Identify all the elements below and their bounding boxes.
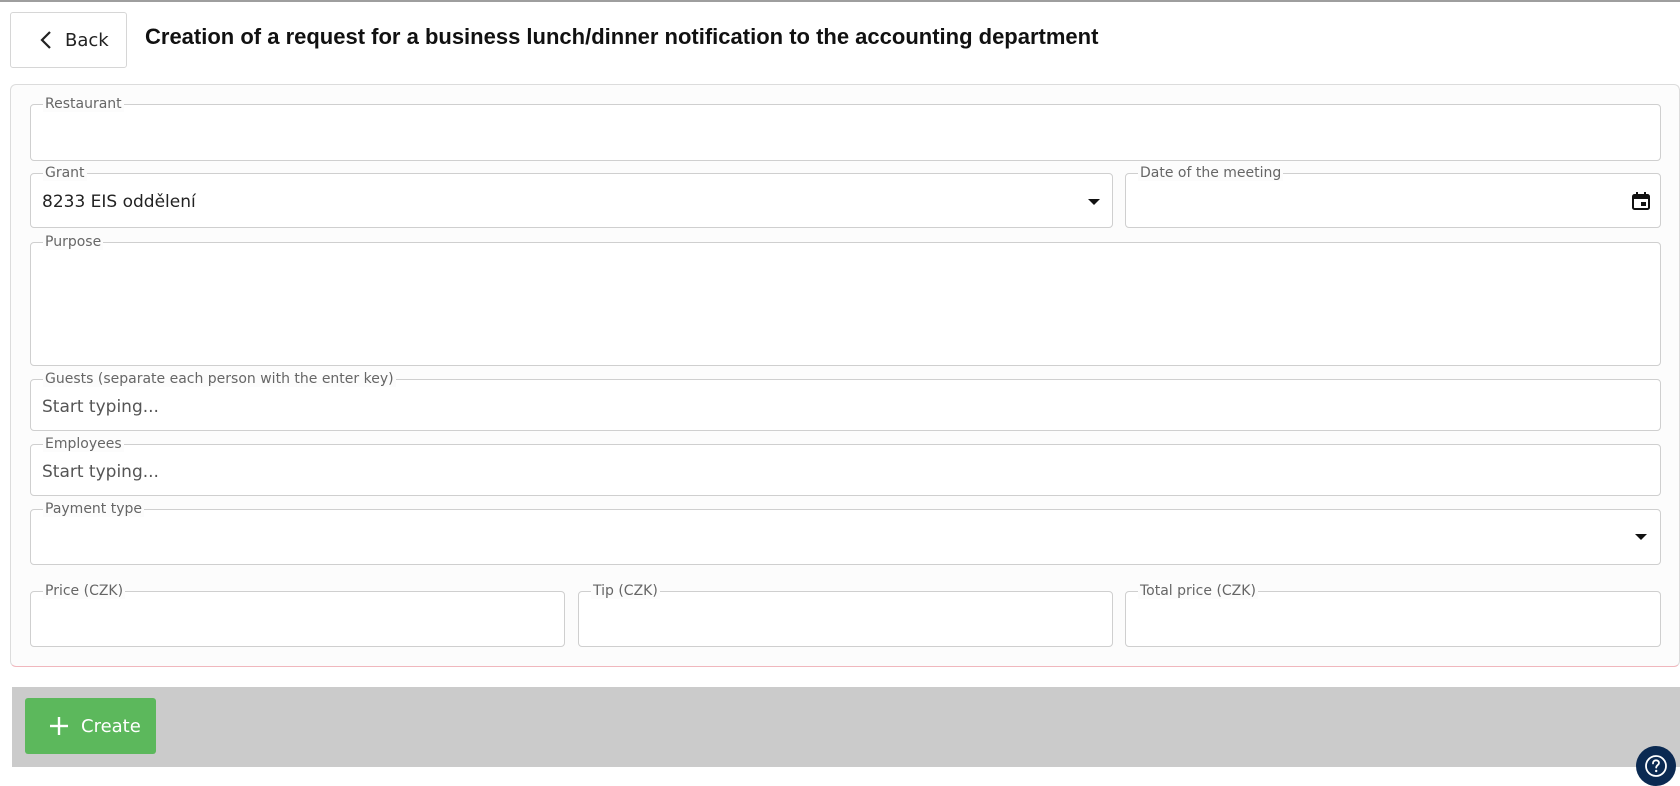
total-price-field[interactable]: Total price (CZK)	[1125, 583, 1661, 647]
back-button-label: Back	[65, 29, 109, 51]
grant-label: Grant	[43, 165, 87, 181]
caret-down-icon	[1635, 534, 1647, 540]
create-button[interactable]: Create	[25, 698, 156, 754]
page-title: Creation of a request for a business lun…	[145, 24, 1099, 49]
guests-label: Guests (separate each person with the en…	[43, 371, 396, 387]
payment-type-label: Payment type	[43, 501, 145, 517]
purpose-label: Purpose	[43, 234, 104, 250]
help-button[interactable]	[1636, 746, 1676, 786]
guests-placeholder: Start typing...	[42, 397, 159, 417]
employees-input[interactable]: Employees Start typing...	[30, 436, 1661, 496]
restaurant-field[interactable]: Restaurant	[30, 96, 1661, 161]
grant-select[interactable]: Grant 8233 EIS oddělení	[30, 165, 1113, 228]
calendar-icon[interactable]	[1631, 191, 1651, 211]
date-of-meeting-label: Date of the meeting	[1138, 165, 1284, 181]
price-field[interactable]: Price (CZK)	[30, 583, 565, 647]
chevron-left-icon	[40, 31, 51, 49]
back-button[interactable]: Back	[10, 12, 127, 68]
purpose-textarea[interactable]: Purpose	[30, 234, 1661, 366]
restaurant-label: Restaurant	[43, 96, 124, 112]
employees-label: Employees	[43, 436, 124, 452]
price-label: Price (CZK)	[43, 583, 126, 599]
create-button-label: Create	[81, 715, 141, 737]
top-divider	[0, 0, 1680, 2]
tip-label: Tip (CZK)	[591, 583, 660, 599]
date-of-meeting-field[interactable]: Date of the meeting	[1125, 165, 1661, 228]
question-icon	[1645, 755, 1667, 777]
payment-type-select[interactable]: Payment type	[30, 501, 1661, 565]
guests-input[interactable]: Guests (separate each person with the en…	[30, 371, 1661, 431]
plus-icon	[50, 717, 68, 735]
tip-field[interactable]: Tip (CZK)	[578, 583, 1113, 647]
grant-value: 8233 EIS oddělení	[42, 192, 196, 212]
employees-placeholder: Start typing...	[42, 462, 159, 482]
caret-down-icon	[1088, 199, 1100, 205]
total-price-label: Total price (CZK)	[1138, 583, 1258, 599]
request-form: Restaurant Grant 8233 EIS oddělení Date …	[10, 84, 1680, 667]
action-bar	[12, 687, 1680, 767]
